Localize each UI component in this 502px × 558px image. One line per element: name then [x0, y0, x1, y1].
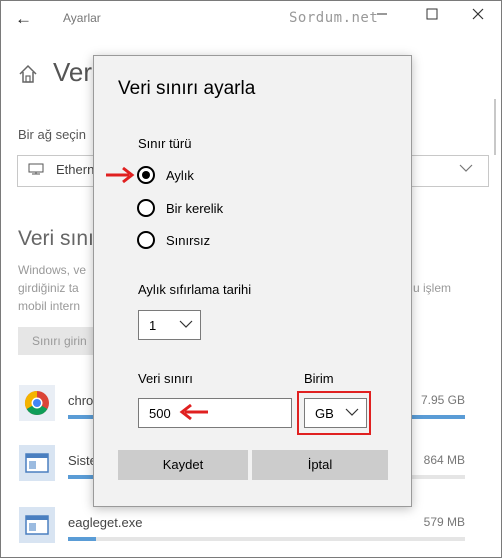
data-limit-input[interactable]: 500: [138, 398, 292, 428]
usage-bar-fill: [68, 537, 96, 541]
app-window-icon: [19, 507, 55, 543]
network-dropdown-value: Ethern: [56, 162, 95, 177]
dialog-title: Veri sınırı ayarla: [118, 78, 256, 99]
radio-one-time[interactable]: [137, 199, 155, 217]
reset-date-label: Aylık sıfırlama tarihi: [138, 282, 252, 297]
radio-unlimited-label[interactable]: Sınırsız: [166, 233, 210, 248]
data-limit-dialog: Veri sınırı ayarla Sınır türü Aylık Bir …: [93, 55, 412, 507]
unit-highlight-box: [297, 391, 371, 435]
cancel-button[interactable]: İptal: [252, 450, 388, 480]
close-icon: [472, 8, 484, 20]
radio-monthly-label[interactable]: Aylık: [166, 168, 194, 183]
arrow-left-annotation-icon: [179, 403, 208, 421]
data-limit-value: 500: [149, 406, 171, 421]
reset-date-select[interactable]: 1: [138, 310, 201, 340]
window-title: Ayarlar: [63, 11, 101, 25]
description-line: u işlem: [413, 281, 452, 295]
app-name: eagleget.exe: [68, 515, 143, 530]
description-line: Windows, ve: [18, 263, 87, 277]
settings-window: ← Ayarlar Sordum.net Ver Bir ağ seçin Et…: [0, 0, 502, 558]
cancel-button-label: İptal: [307, 457, 333, 472]
title-bar: ← Ayarlar Sordum.net: [1, 1, 501, 35]
usage-bar: [68, 537, 465, 541]
chevron-down-icon: [459, 164, 473, 172]
app-window-icon: [19, 445, 55, 481]
app-name: chro: [68, 393, 94, 408]
chevron-down-icon: [179, 320, 193, 328]
reset-date-value: 1: [149, 318, 157, 333]
list-item: eagleget.exe 579 MB: [1, 507, 501, 557]
radio-monthly[interactable]: [137, 166, 155, 184]
data-limit-label: Veri sınırı: [138, 371, 193, 386]
page-heading: Ver: [53, 57, 93, 87]
network-select-label: Bir ağ seçin: [18, 127, 86, 142]
save-button-label: Kaydet: [162, 457, 204, 472]
scrollbar[interactable]: [494, 99, 496, 155]
app-usage: 864 MB: [423, 453, 465, 467]
maximize-icon: [426, 8, 438, 20]
app-usage: 7.95 GB: [420, 393, 465, 407]
unit-label: Birim: [304, 371, 334, 386]
description-line: mobil intern: [18, 299, 81, 313]
minimize-icon: [377, 13, 387, 15]
watermark: Sordum.net: [289, 10, 379, 26]
app-usage: 579 MB: [423, 515, 465, 529]
minimize-button[interactable]: [367, 7, 397, 29]
radio-unlimited[interactable]: [137, 231, 155, 249]
limit-type-label: Sınır türü: [138, 136, 192, 151]
ethernet-icon: [28, 163, 44, 175]
radio-one-time-label[interactable]: Bir kerelik: [166, 201, 223, 216]
close-button[interactable]: [463, 7, 493, 29]
chrome-icon: [19, 385, 55, 421]
arrow-right-annotation-icon: [106, 166, 135, 184]
enter-limit-button-label: Sınırı girin: [32, 334, 87, 348]
back-arrow-icon[interactable]: ←: [15, 9, 32, 29]
description-line: girdiğiniz ta: [18, 281, 79, 295]
home-icon[interactable]: [17, 63, 39, 85]
maximize-button[interactable]: [417, 7, 447, 29]
save-button[interactable]: Kaydet: [118, 450, 248, 480]
